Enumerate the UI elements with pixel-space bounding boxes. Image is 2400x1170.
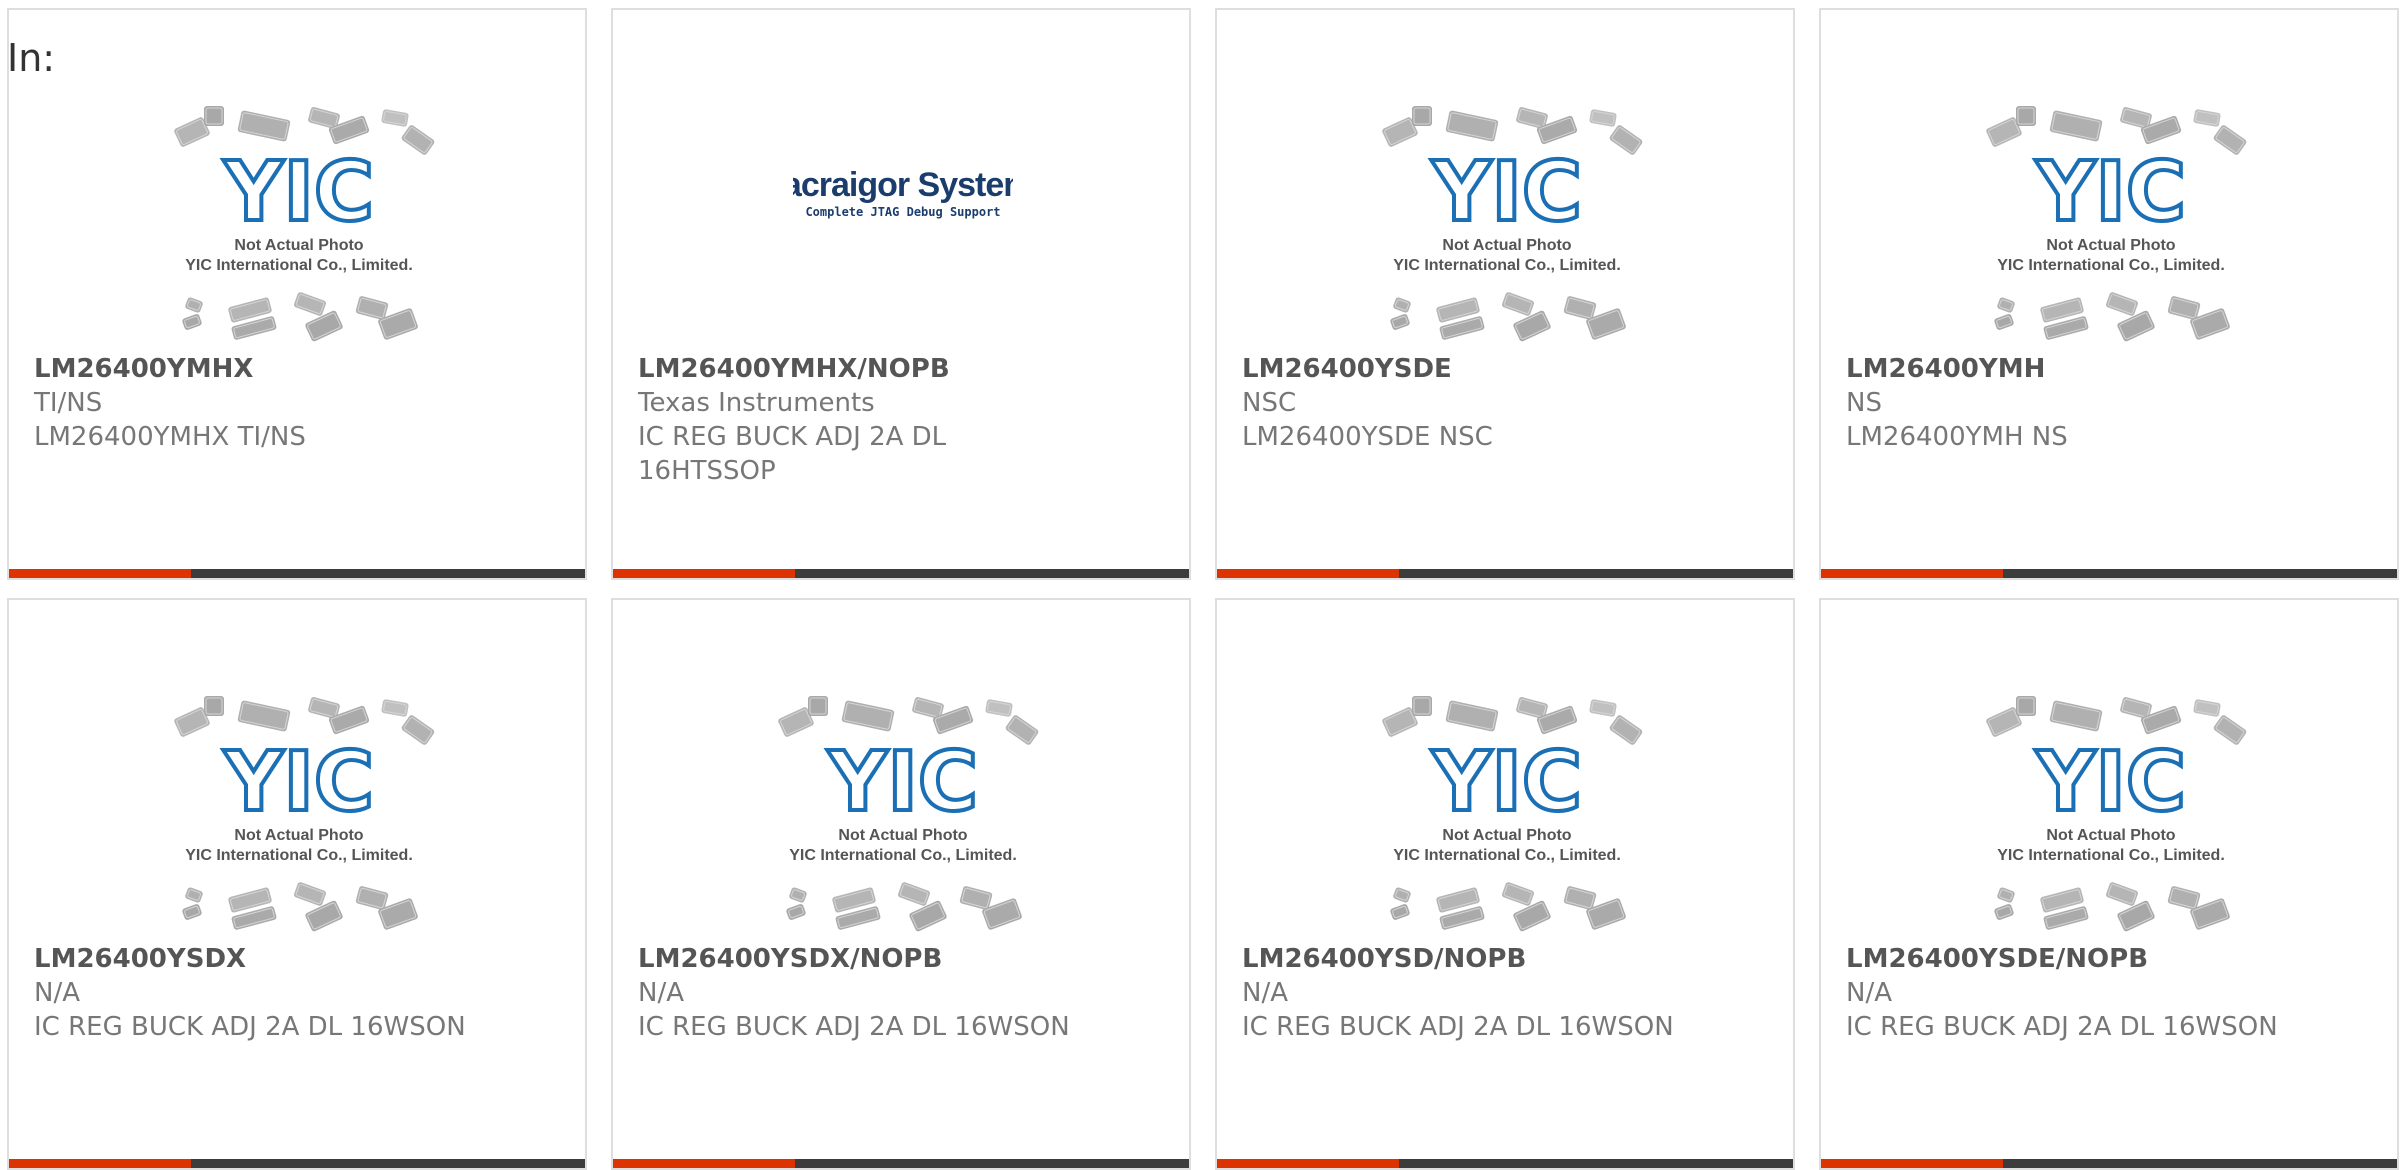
product-info: LM26400YMHX/NOPB Texas Instruments IC RE… bbox=[638, 352, 1158, 488]
product-card[interactable]: YIC Not Actual Photo YIC International C… bbox=[7, 8, 587, 580]
card-accent-bar bbox=[1217, 569, 1399, 578]
card-accent-bar bbox=[613, 569, 795, 578]
description: IC REG BUCK ADJ 2A DL 16WSON bbox=[34, 1012, 466, 1042]
manufacturer: NSC bbox=[1242, 388, 1297, 418]
product-image[interactable]: YIC Not Actual Photo YIC International C… bbox=[1974, 690, 2249, 940]
part-number-link[interactable]: LM26400YMHX bbox=[34, 352, 554, 386]
product-image[interactable]: YIC Not Actual Photo YIC International C… bbox=[162, 100, 437, 350]
card-bottom-bar bbox=[9, 569, 585, 578]
manufacturer: TI/NS bbox=[34, 388, 103, 418]
card-bottom-bar bbox=[1217, 569, 1793, 578]
part-number-link[interactable]: LM26400YMH bbox=[1846, 352, 2366, 386]
product-card[interactable]: YIC Not Actual Photo YIC International C… bbox=[1819, 598, 2399, 1170]
description: LM26400YMHX TI/NS bbox=[34, 422, 306, 452]
part-number-link[interactable]: LM26400YSD/NOPB bbox=[1242, 942, 1762, 976]
card-accent-bar bbox=[9, 569, 191, 578]
product-card[interactable]: YIC Not Actual Photo YIC International C… bbox=[1215, 8, 1795, 580]
product-card[interactable]: YIC Not Actual Photo YIC International C… bbox=[7, 598, 587, 1170]
svg-text:YIC International Co., Limited: YIC International Co., Limited. bbox=[789, 847, 1017, 864]
product-info: LM26400YSDX/NOPB N/A IC REG BUCK ADJ 2A … bbox=[638, 942, 1158, 1044]
part-number-link[interactable]: LM26400YMHX/NOPB bbox=[638, 352, 1158, 386]
svg-text:YIC: YIC bbox=[827, 735, 978, 830]
svg-text:Macraigor Systems: Macraigor Systems bbox=[793, 166, 1013, 204]
product-info: LM26400YSDE NSC LM26400YSDE NSC bbox=[1242, 352, 1762, 454]
svg-text:Not Actual Photo: Not Actual Photo bbox=[234, 827, 363, 844]
product-image[interactable]: YIC Not Actual Photo YIC International C… bbox=[1370, 100, 1645, 350]
card-accent-bar bbox=[1821, 569, 2003, 578]
description: IC REG BUCK ADJ 2A DL 16WSON bbox=[1242, 1012, 1674, 1042]
svg-text:YIC: YIC bbox=[223, 145, 374, 240]
product-image[interactable]: YIC Not Actual Photo YIC International C… bbox=[766, 690, 1041, 940]
svg-text:YIC International Co., Limited: YIC International Co., Limited. bbox=[185, 847, 413, 864]
description: LM26400YSDE NSC bbox=[1242, 422, 1493, 452]
part-number-link[interactable]: LM26400YSDE/NOPB bbox=[1846, 942, 2366, 976]
svg-text:YIC: YIC bbox=[1431, 145, 1582, 240]
manufacturer: NS bbox=[1846, 388, 1882, 418]
card-bottom-bar bbox=[1217, 1159, 1793, 1168]
svg-text:YIC International Co., Limited: YIC International Co., Limited. bbox=[1997, 257, 2225, 274]
svg-text:Not Actual Photo: Not Actual Photo bbox=[838, 827, 967, 844]
manufacturer: N/A bbox=[1846, 978, 1892, 1008]
card-bottom-bar bbox=[613, 569, 1189, 578]
svg-text:YIC International Co., Limited: YIC International Co., Limited. bbox=[1393, 847, 1621, 864]
manufacturer: N/A bbox=[1242, 978, 1288, 1008]
product-info: LM26400YSDE/NOPB N/A IC REG BUCK ADJ 2A … bbox=[1846, 942, 2366, 1044]
svg-text:YIC: YIC bbox=[2035, 735, 2186, 830]
part-number-link[interactable]: LM26400YSDE bbox=[1242, 352, 1762, 386]
product-card[interactable]: YIC Not Actual Photo YIC International C… bbox=[1215, 598, 1795, 1170]
description: LM26400YMH NS bbox=[1846, 422, 2068, 452]
svg-text:YIC: YIC bbox=[223, 735, 374, 830]
part-number-link[interactable]: LM26400YSDX/NOPB bbox=[638, 942, 1158, 976]
part-number-link[interactable]: LM26400YSDX bbox=[34, 942, 554, 976]
product-info: LM26400YSDX N/A IC REG BUCK ADJ 2A DL 16… bbox=[34, 942, 554, 1044]
svg-text:Not Actual Photo: Not Actual Photo bbox=[1442, 237, 1571, 254]
product-card[interactable]: YIC Not Actual Photo YIC International C… bbox=[1819, 8, 2399, 580]
description: IC REG BUCK ADJ 2A DL 16WSON bbox=[638, 1012, 1070, 1042]
svg-text:YIC: YIC bbox=[1431, 735, 1582, 830]
in-label: In: bbox=[7, 36, 56, 80]
product-image[interactable]: YIC Not Actual Photo YIC International C… bbox=[1974, 100, 2249, 350]
manufacturer: N/A bbox=[638, 978, 684, 1008]
card-bottom-bar bbox=[1821, 1159, 2397, 1168]
card-accent-bar bbox=[613, 1159, 795, 1168]
svg-text:YIC: YIC bbox=[2035, 145, 2186, 240]
svg-text:Not Actual Photo: Not Actual Photo bbox=[234, 237, 363, 254]
description: IC REG BUCK ADJ 2A DL 16WSON bbox=[1846, 1012, 2278, 1042]
product-card[interactable]: Macraigor Systems Complete JTAG Debug Su… bbox=[611, 8, 1191, 580]
product-image[interactable]: YIC Not Actual Photo YIC International C… bbox=[1370, 690, 1645, 940]
card-bottom-bar bbox=[1821, 569, 2397, 578]
manufacturer: N/A bbox=[34, 978, 80, 1008]
card-accent-bar bbox=[1217, 1159, 1399, 1168]
card-accent-bar bbox=[1821, 1159, 2003, 1168]
svg-text:Not Actual Photo: Not Actual Photo bbox=[2046, 237, 2175, 254]
product-info: LM26400YMH NS LM26400YMH NS bbox=[1846, 352, 2366, 454]
svg-text:Not Actual Photo: Not Actual Photo bbox=[1442, 827, 1571, 844]
card-bottom-bar bbox=[9, 1159, 585, 1168]
product-image[interactable]: YIC Not Actual Photo YIC International C… bbox=[162, 690, 437, 940]
product-info: LM26400YSD/NOPB N/A IC REG BUCK ADJ 2A D… bbox=[1242, 942, 1762, 1044]
description: IC REG BUCK ADJ 2A DL 16HTSSOP bbox=[638, 422, 947, 486]
svg-text:Complete JTAG Debug Support: Complete JTAG Debug Support bbox=[805, 205, 1000, 219]
product-card[interactable]: YIC Not Actual Photo YIC International C… bbox=[611, 598, 1191, 1170]
svg-text:YIC International Co., Limited: YIC International Co., Limited. bbox=[185, 257, 413, 274]
manufacturer: Texas Instruments bbox=[638, 388, 875, 418]
card-bottom-bar bbox=[613, 1159, 1189, 1168]
product-image[interactable]: Macraigor Systems Complete JTAG Debug Su… bbox=[793, 158, 1013, 228]
product-grid: YIC Not Actual Photo YIC International C… bbox=[0, 0, 2400, 1170]
svg-text:Not Actual Photo: Not Actual Photo bbox=[2046, 827, 2175, 844]
svg-text:YIC International Co., Limited: YIC International Co., Limited. bbox=[1393, 257, 1621, 274]
product-info: LM26400YMHX TI/NS LM26400YMHX TI/NS bbox=[34, 352, 554, 454]
svg-text:YIC International Co., Limited: YIC International Co., Limited. bbox=[1997, 847, 2225, 864]
card-accent-bar bbox=[9, 1159, 191, 1168]
